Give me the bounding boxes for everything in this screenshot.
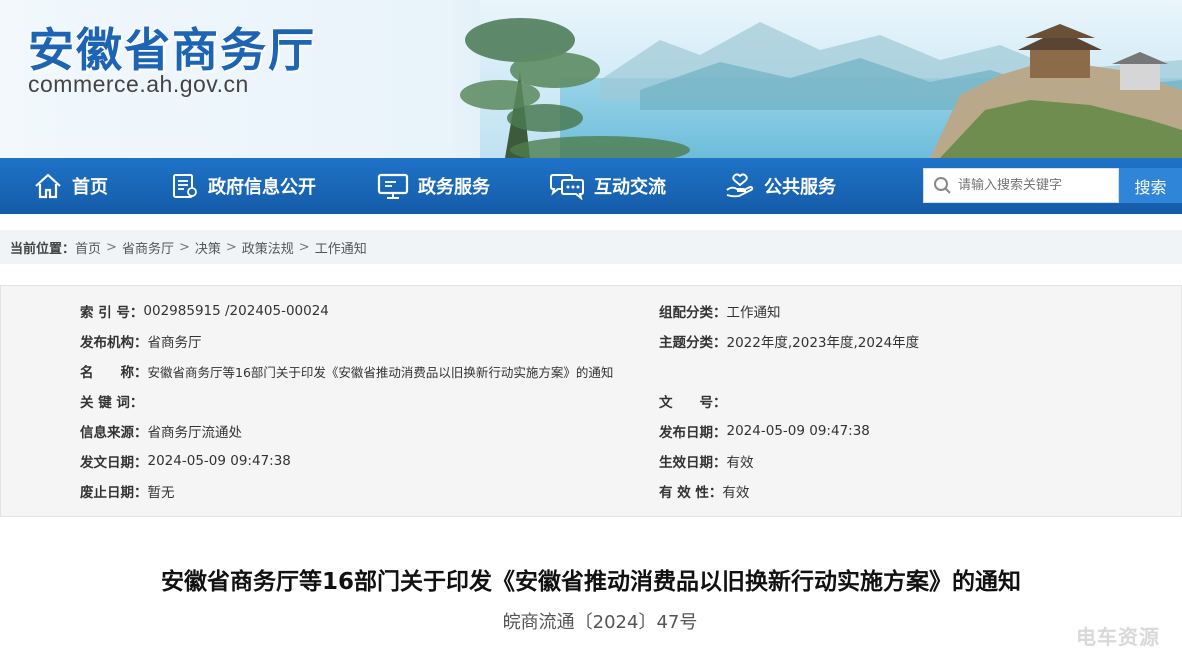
meta-issue-date: 发文日期： 2024-05-09 09:47:38 xyxy=(80,451,291,471)
meta-value: 2022年度,2023年度,2024年度 xyxy=(726,335,920,351)
monitor-icon xyxy=(377,173,409,199)
breadcrumb-item-home[interactable]: 首页 xyxy=(75,238,101,257)
meta-value: 2024-05-09 09:47:38 xyxy=(147,453,291,469)
document-metadata-table: 索 引 号： 002985915 /202405-00024 发布机构： 省商务厅 … xyxy=(0,285,1182,517)
breadcrumb-separator: > xyxy=(225,239,237,255)
meta-key: 组配分类： xyxy=(659,305,727,321)
search-icon xyxy=(934,176,951,194)
home-icon xyxy=(35,173,61,199)
meta-key: 关 键 词： xyxy=(80,395,144,411)
meta-key: 名 称： xyxy=(80,365,148,381)
meta-category: 组配分类： 工作通知 xyxy=(659,301,781,321)
meta-effective-date: 生效日期： 有效 xyxy=(659,451,754,471)
meta-index-number: 索 引 号： 002985915 /202405-00024 xyxy=(80,301,329,321)
meta-doc-number: 文 号： xyxy=(659,391,727,411)
meta-key: 文 号： xyxy=(659,395,727,411)
meta-keywords: 关 键 词： xyxy=(80,391,143,411)
meta-value: 暂无 xyxy=(147,485,175,501)
nav-item-label: 政务服务 xyxy=(418,177,490,198)
meta-value: 有效 xyxy=(722,485,750,501)
watermark: 电车资源 xyxy=(1076,625,1160,649)
meta-key: 有 效 性： xyxy=(659,485,723,501)
meta-value: 2024-05-09 09:47:38 xyxy=(726,423,870,439)
meta-value: 安徽省商务厅等16部门关于印发《安徽省推动消费品以旧换新行动实施方案》的通知 xyxy=(147,364,614,380)
meta-key: 生效日期： xyxy=(659,455,727,471)
meta-value: 002985915 /202405-00024 xyxy=(143,303,329,319)
nav-item-label: 政府信息公开 xyxy=(208,177,316,198)
meta-key: 发布日期： xyxy=(659,425,727,441)
nav-item-label: 公共服务 xyxy=(764,177,836,198)
meta-key: 废止日期： xyxy=(80,485,148,501)
document-title: 安徽省商务厅等16部门关于印发《安徽省推动消费品以旧换新行动实施方案》的通知 xyxy=(160,569,1021,595)
nav-item-gov-service[interactable]: 政务服务 xyxy=(376,158,490,214)
hand-heart-icon xyxy=(726,173,754,198)
breadcrumb: 当前位置： 首页 > 省商务厅 > 决策 > 政策法规 > 工作通知 xyxy=(0,230,1182,264)
meta-key: 发布机构： xyxy=(80,335,148,351)
breadcrumb-label: 当前位置： xyxy=(10,241,76,257)
nav-item-label: 互动交流 xyxy=(594,177,666,198)
meta-publish-date: 发布日期： 2024-05-09 09:47:38 xyxy=(659,421,870,441)
meta-publisher: 发布机构： 省商务厅 xyxy=(80,331,202,351)
chat-icon xyxy=(550,174,584,200)
breadcrumb-separator: > xyxy=(178,239,190,255)
meta-value: 省商务厅 xyxy=(147,335,202,351)
meta-name: 名 称： 安徽省商务厅等16部门关于印发《安徽省推动消费品以旧换新行动实施方案》的… xyxy=(80,361,614,382)
document-icon xyxy=(173,174,197,198)
breadcrumb-item-policy[interactable]: 政策法规 xyxy=(242,238,294,257)
nav-item-gov-info[interactable]: 政府信息公开 xyxy=(170,158,316,214)
meta-key: 主题分类： xyxy=(659,335,727,351)
breadcrumb-item-decision[interactable]: 决策 xyxy=(195,238,221,257)
meta-validity: 有 效 性： 有效 xyxy=(659,481,749,501)
breadcrumb-separator: > xyxy=(106,239,117,255)
meta-key: 信息来源： xyxy=(80,425,148,441)
site-url: commerce.ah.gov.cn xyxy=(28,71,249,97)
nav-item-home[interactable]: 首页 xyxy=(32,158,108,214)
document-number: 皖商流通〔2024〕47号 xyxy=(502,612,698,633)
nav-item-interaction[interactable]: 互动交流 xyxy=(548,158,666,214)
search-input[interactable] xyxy=(958,178,1118,193)
nav-item-public-service[interactable]: 公共服务 xyxy=(724,158,836,214)
meta-value: 有效 xyxy=(726,455,754,471)
meta-key: 索 引 号： xyxy=(80,305,144,321)
meta-key: 发文日期： xyxy=(80,455,148,471)
search-box xyxy=(923,168,1119,203)
site-banner: 安徽省商务厅 commerce.ah.gov.cn xyxy=(0,0,1182,158)
meta-value: 工作通知 xyxy=(726,305,781,321)
search-button[interactable]: 搜索 xyxy=(1119,168,1182,203)
nav-item-label: 首页 xyxy=(72,177,108,198)
meta-repeal-date: 废止日期： 暂无 xyxy=(80,481,175,501)
meta-value: 省商务厅流通处 xyxy=(147,425,243,441)
meta-topic: 主题分类： 2022年度,2023年度,2024年度 xyxy=(659,331,919,351)
breadcrumb-item-work-notice[interactable]: 工作通知 xyxy=(315,238,367,257)
breadcrumb-separator: > xyxy=(298,239,310,255)
breadcrumb-item-commerce-dept[interactable]: 省商务厅 xyxy=(122,238,174,257)
meta-source: 信息来源： 省商务厅流通处 xyxy=(80,421,242,441)
